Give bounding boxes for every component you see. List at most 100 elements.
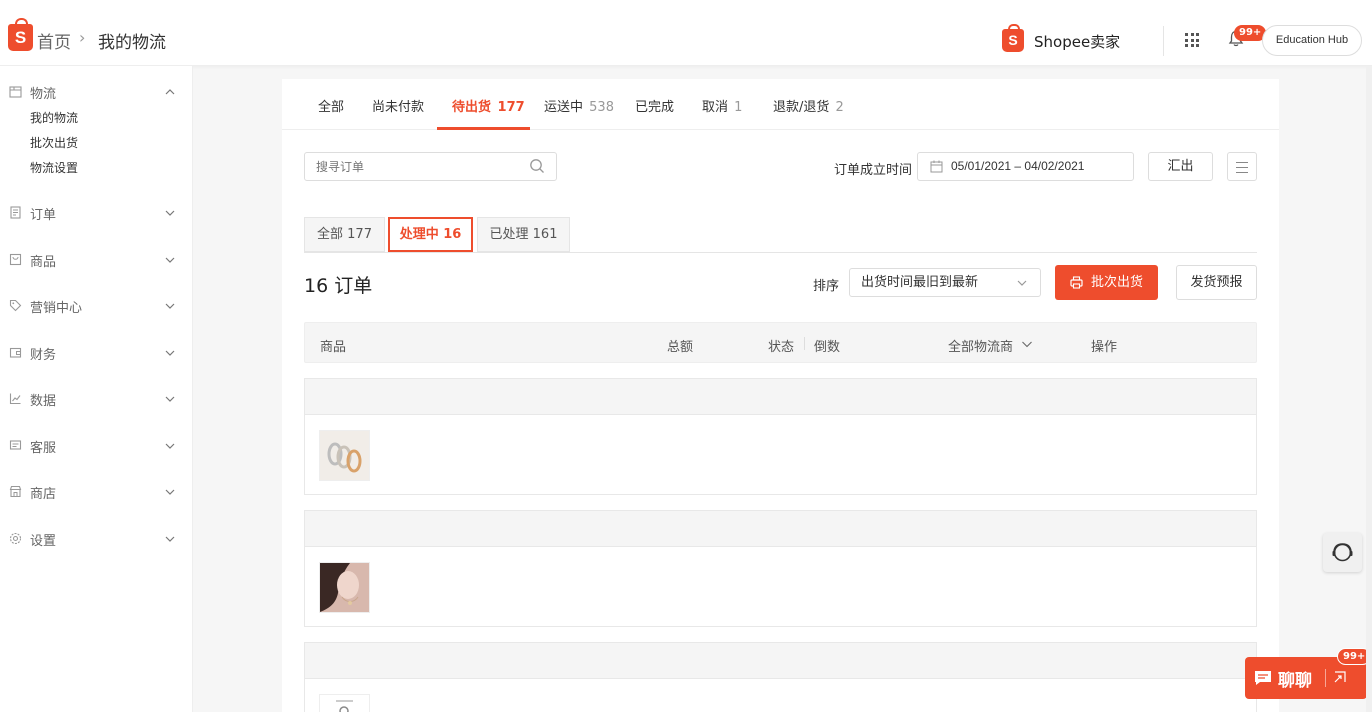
export-button[interactable]: 汇出 [1148,152,1213,181]
chat-separator [1325,669,1326,687]
header-divider [1163,26,1164,56]
main-panel: 全部 尚未付款 待出货 177 运送中 538 已完成 取消 1 退款/退货 2… [282,79,1279,712]
chevron-down-icon[interactable] [164,254,176,266]
sidebar-group-label: 商店 [30,487,57,502]
ship-preview-button[interactable]: 发货预报 [1176,265,1257,300]
apps-grid-icon[interactable] [1185,33,1199,47]
tab-to-ship[interactable]: 待出货 177 [452,96,525,115]
column-total: 总额 [667,340,694,355]
tab-completed[interactable]: 已完成 [635,96,674,115]
message-icon [9,440,22,450]
sidebar-item-logistics-settings[interactable]: 物流设置 [30,159,78,176]
tab-return-refund[interactable]: 退款/退货 2 [773,96,844,115]
search-icon[interactable] [529,158,545,174]
subtab-processed[interactable]: 已处理 161 [477,217,570,252]
tab-cancelled[interactable]: 取消 1 [702,96,742,115]
top-header: S 首页 › 我的物流 S Shopee卖家 99+ Education Hub [0,0,1372,66]
list-menu-button[interactable] [1227,152,1257,181]
sidebar-group-label: 订单 [30,208,57,223]
chevron-up-icon[interactable] [164,86,176,98]
subtab-divider [304,252,1257,253]
batch-ship-label: 批次出货 [1091,275,1144,290]
product-thumbnail-necklace[interactable] [319,562,370,613]
breadcrumb-current: 我的物流 [98,33,166,53]
tab-unpaid[interactable]: 尚未付款 [372,96,424,115]
order-card [304,378,1257,495]
chevron-down-icon[interactable] [164,533,176,545]
date-filter-label: 订单成立时间 [834,163,913,178]
sort-label: 排序 [813,279,840,294]
shopee-seller-logo-icon: S [1002,24,1024,52]
column-countdown[interactable]: 倒数 [814,336,840,355]
date-range-picker[interactable]: 05/01/2021 – 04/02/2021 [917,152,1134,181]
calendar-icon [930,160,943,173]
subtab-all[interactable]: 全部 177 [304,217,385,252]
bag-icon [9,253,22,266]
menu-line [1236,172,1248,173]
expand-icon[interactable] [1333,670,1347,684]
order-card-header [305,379,1256,415]
chevron-down-icon[interactable] [164,347,176,359]
column-product: 商品 [320,340,347,355]
customer-support-button[interactable] [1323,533,1362,572]
sidebar-group-logistics[interactable]: 物流 [0,80,193,104]
shop-icon [9,485,22,498]
product-thumbnail-rings[interactable] [319,430,370,481]
product-image [320,695,369,712]
sidebar-group-label: 物流 [30,87,57,102]
sidebar-group-label: 财务 [30,348,57,363]
sort-select[interactable]: 出货时间最旧到最新 [849,268,1041,297]
chart-icon [9,393,21,405]
sidebar-group-products[interactable]: 商品 [0,248,193,272]
page-scrollbar[interactable] [1366,66,1372,712]
breadcrumb-home[interactable]: 首页 [37,28,71,53]
sidebar-item-batch-ship[interactable]: 批次出货 [30,134,78,151]
chevron-down-icon[interactable] [164,393,176,405]
sidebar-group-settings[interactable]: 设置 [0,527,193,551]
necklace-image [320,563,369,612]
column-separator [804,337,805,350]
order-card-header [305,511,1256,547]
sidebar-group-label: 数据 [30,394,57,409]
chevron-down-icon[interactable] [164,207,176,219]
tab-all[interactable]: 全部 [318,96,344,115]
order-card [304,510,1257,627]
sidebar-group-label: 商品 [30,255,57,270]
gear-icon [9,532,22,545]
chat-bubble-icon [1255,671,1271,685]
sidebar-group-finance[interactable]: 财务 [0,341,193,365]
column-carrier-filter[interactable]: 全部物流商 [948,336,1013,355]
date-range-value: 05/01/2021 – 04/02/2021 [951,159,1085,173]
order-card-header [305,643,1256,679]
chevron-down-icon[interactable] [164,440,176,452]
chevron-down-icon[interactable] [1021,338,1033,350]
tag-icon [9,299,22,312]
table-header: 商品 总额 状态 倒数 全部物流商 操作 [304,322,1257,363]
subtab-processing[interactable]: 处理中 16 [388,217,473,252]
headset-icon [1332,543,1353,562]
wallet-icon [9,347,22,358]
search-input[interactable] [304,152,557,181]
brand-name: Shopee卖家 [1034,33,1121,51]
batch-ship-button[interactable]: 批次出货 [1055,265,1158,300]
sidebar-group-customer-service[interactable]: 客服 [0,434,193,458]
sidebar: 物流 我的物流 批次出货 物流设置 订单 商品 营销中心 财务 数据 客服 商店… [0,66,193,712]
chevron-down-icon[interactable] [1016,277,1028,289]
chevron-down-icon[interactable] [164,486,176,498]
menu-line [1236,162,1248,163]
sidebar-group-label: 客服 [30,441,57,456]
product-thumbnail[interactable] [319,694,370,712]
tab-shipping[interactable]: 运送中 538 [544,96,614,115]
order-card [304,642,1257,712]
shopee-logo-icon[interactable]: S [8,18,33,51]
orders-count: 16 订单 [304,275,373,297]
chevron-down-icon[interactable] [164,300,176,312]
sidebar-item-my-logistics[interactable]: 我的物流 [30,109,78,126]
sidebar-group-marketing[interactable]: 营销中心 [0,294,193,318]
sidebar-group-orders[interactable]: 订单 [0,201,193,225]
chat-label: 聊聊 [1278,671,1312,691]
sidebar-group-shop[interactable]: 商店 [0,480,193,504]
education-hub-button[interactable]: Education Hub [1262,25,1362,56]
clipboard-icon [10,206,21,219]
sidebar-group-data[interactable]: 数据 [0,387,193,411]
